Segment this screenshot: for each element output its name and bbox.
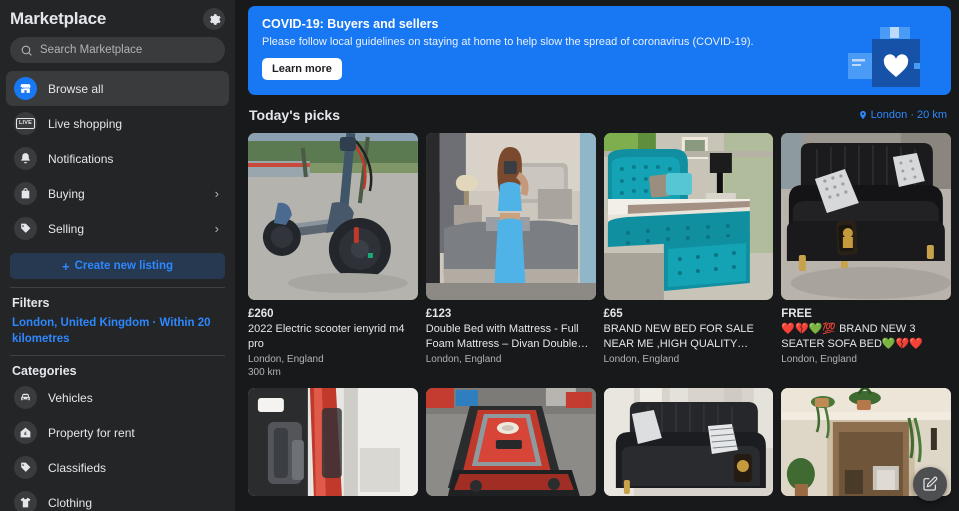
- banner-title: COVID-19: Buyers and sellers: [262, 17, 439, 31]
- listing-price: £260: [248, 308, 274, 320]
- bedroom-mirror-selfie-photo[interactable]: [425, 133, 596, 300]
- live-badge-icon: LIVE: [14, 112, 37, 135]
- car-icon: [14, 386, 37, 410]
- create-new-listing-button[interactable]: + Create new listing: [10, 253, 225, 279]
- categories-list: Vehicles Property for rent Classifieds C…: [0, 378, 235, 511]
- categories-heading: Categories: [12, 364, 77, 379]
- listing-title: Double Bed with Mattress - Full Foam Mat…: [425, 323, 579, 350]
- sidebar-header: Marketplace: [0, 0, 235, 30]
- listing-title: ❤️💔💚💯 BRAND NEW 3 SEATER SOFA BED💚💔❤️: [781, 323, 923, 350]
- compose-icon: [923, 476, 938, 491]
- listing-price: £123: [425, 308, 452, 320]
- listing-card[interactable]: £65 BRAND NEW BED FOR SALE NEAR ME ,HIGH…: [603, 133, 774, 378]
- sidebar-item-label: Selling: [48, 221, 85, 236]
- sidebar-item-clothing[interactable]: Clothing: [6, 485, 229, 511]
- todays-picks-title: Today's picks: [249, 107, 340, 123]
- listing-price: FREE: [781, 308, 812, 320]
- plus-icon: +: [61, 258, 70, 274]
- location-label: London · 20 km: [870, 109, 947, 121]
- gear-icon[interactable]: [203, 8, 225, 30]
- search-container: [0, 30, 235, 69]
- price-tag-icon: [14, 217, 37, 240]
- tshirt-icon: [14, 491, 37, 511]
- sidebar-item-label: Notifications: [48, 151, 114, 166]
- boxes-with-heart-illustration: [846, 25, 938, 91]
- sidebar-item-browse-all[interactable]: Browse all: [6, 71, 229, 106]
- listing-price: £65: [603, 308, 623, 320]
- banner-subtitle: Please follow local guidelines on stayin…: [262, 36, 754, 48]
- red-pool-table-photo[interactable]: [425, 388, 596, 497]
- storefront-icon: [14, 77, 37, 100]
- listing-card[interactable]: £123 Double Bed with Mattress - Full Foa…: [425, 133, 596, 378]
- listing-card[interactable]: £260 2022 Electric scooter ienyrid m4 pr…: [248, 133, 418, 378]
- category-label: Property for rent: [48, 425, 135, 440]
- teal-tufted-bed-photo[interactable]: [603, 133, 774, 300]
- listing-title: BRAND NEW BED FOR SALE NEAR ME ,HIGH QUA…: [603, 323, 754, 350]
- main-content: COVID-19: Buyers and sellers Please foll…: [235, 0, 959, 511]
- sidebar-item-label: Browse all: [48, 81, 104, 96]
- dark-grey-sofa-photo[interactable]: [603, 388, 774, 497]
- bell-icon: [14, 147, 37, 170]
- search-box[interactable]: [10, 37, 225, 63]
- filter-location-link[interactable]: London, United Kingdom · Within 20 kilom…: [0, 310, 235, 347]
- listing-card[interactable]: [603, 388, 774, 497]
- listing-location: London, England: [425, 354, 502, 366]
- packaged-red-white-parts-photo[interactable]: [248, 388, 418, 497]
- category-label: Vehicles: [48, 390, 93, 405]
- listing-distance: 300 km: [248, 367, 281, 379]
- black-velvet-sofa-photo[interactable]: [781, 133, 951, 300]
- create-listing-label: Create new listing: [74, 260, 173, 272]
- price-tag-icon: [14, 456, 37, 480]
- main-wrapper: COVID-19: Buyers and sellers Please foll…: [235, 0, 959, 511]
- sidebar-item-classifieds[interactable]: Classifieds: [6, 450, 229, 485]
- listing-location: London, England: [248, 354, 324, 366]
- sidebar-item-vehicles[interactable]: Vehicles: [6, 380, 229, 415]
- picks-header: Today's picks London · 20 km: [248, 95, 951, 133]
- listing-card[interactable]: [425, 388, 596, 497]
- category-label: Clothing: [48, 495, 93, 510]
- sidebar-item-notifications[interactable]: Notifications: [6, 141, 229, 176]
- sidebar-item-selling[interactable]: Selling ›: [6, 211, 229, 246]
- sidebar-item-label: Buying: [48, 186, 85, 201]
- listing-card[interactable]: FREE ❤️💔💚💯 BRAND NEW 3 SEATER SOFA BED💚💔…: [781, 133, 951, 378]
- chevron-right-icon: ›: [214, 221, 219, 236]
- sidebar: Marketplace Browse all LIVE: [0, 0, 235, 511]
- filters-heading: Filters: [12, 296, 50, 310]
- chevron-right-icon: ›: [214, 186, 219, 201]
- sidebar-nav: Browse all LIVE Live shopping Notificati…: [0, 69, 235, 246]
- listing-card[interactable]: [248, 388, 418, 497]
- sidebar-item-label: Live shopping: [48, 116, 123, 131]
- listings-grid-row-2: [248, 388, 951, 497]
- sidebar-item-property-for-rent[interactable]: Property for rent: [6, 415, 229, 450]
- page-title: Marketplace: [10, 9, 107, 28]
- category-label: Classifieds: [48, 460, 107, 475]
- sidebar-item-live-shopping[interactable]: LIVE Live shopping: [6, 106, 229, 141]
- marketplace-app: Marketplace Browse all LIVE: [0, 0, 959, 511]
- listings-grid-row-1: £260 2022 Electric scooter ienyrid m4 pr…: [248, 133, 951, 378]
- create-listing-fab[interactable]: [913, 467, 947, 501]
- location-filter[interactable]: London · 20 km: [858, 109, 947, 121]
- covid-banner: COVID-19: Buyers and sellers Please foll…: [248, 6, 951, 95]
- map-pin-icon: [859, 110, 866, 120]
- listing-location: London, England: [603, 354, 680, 366]
- house-pound-icon: [14, 421, 37, 445]
- learn-more-button[interactable]: Learn more: [262, 58, 342, 80]
- search-icon: [21, 45, 32, 56]
- sidebar-item-buying[interactable]: Buying ›: [6, 176, 229, 211]
- shopping-bag-icon: [14, 182, 37, 205]
- electric-scooter-photo[interactable]: [248, 133, 418, 300]
- listing-location: London, England: [781, 354, 857, 366]
- listing-title: 2022 Electric scooter ienyrid m4 pro: [248, 323, 405, 350]
- search-input[interactable]: [40, 44, 215, 56]
